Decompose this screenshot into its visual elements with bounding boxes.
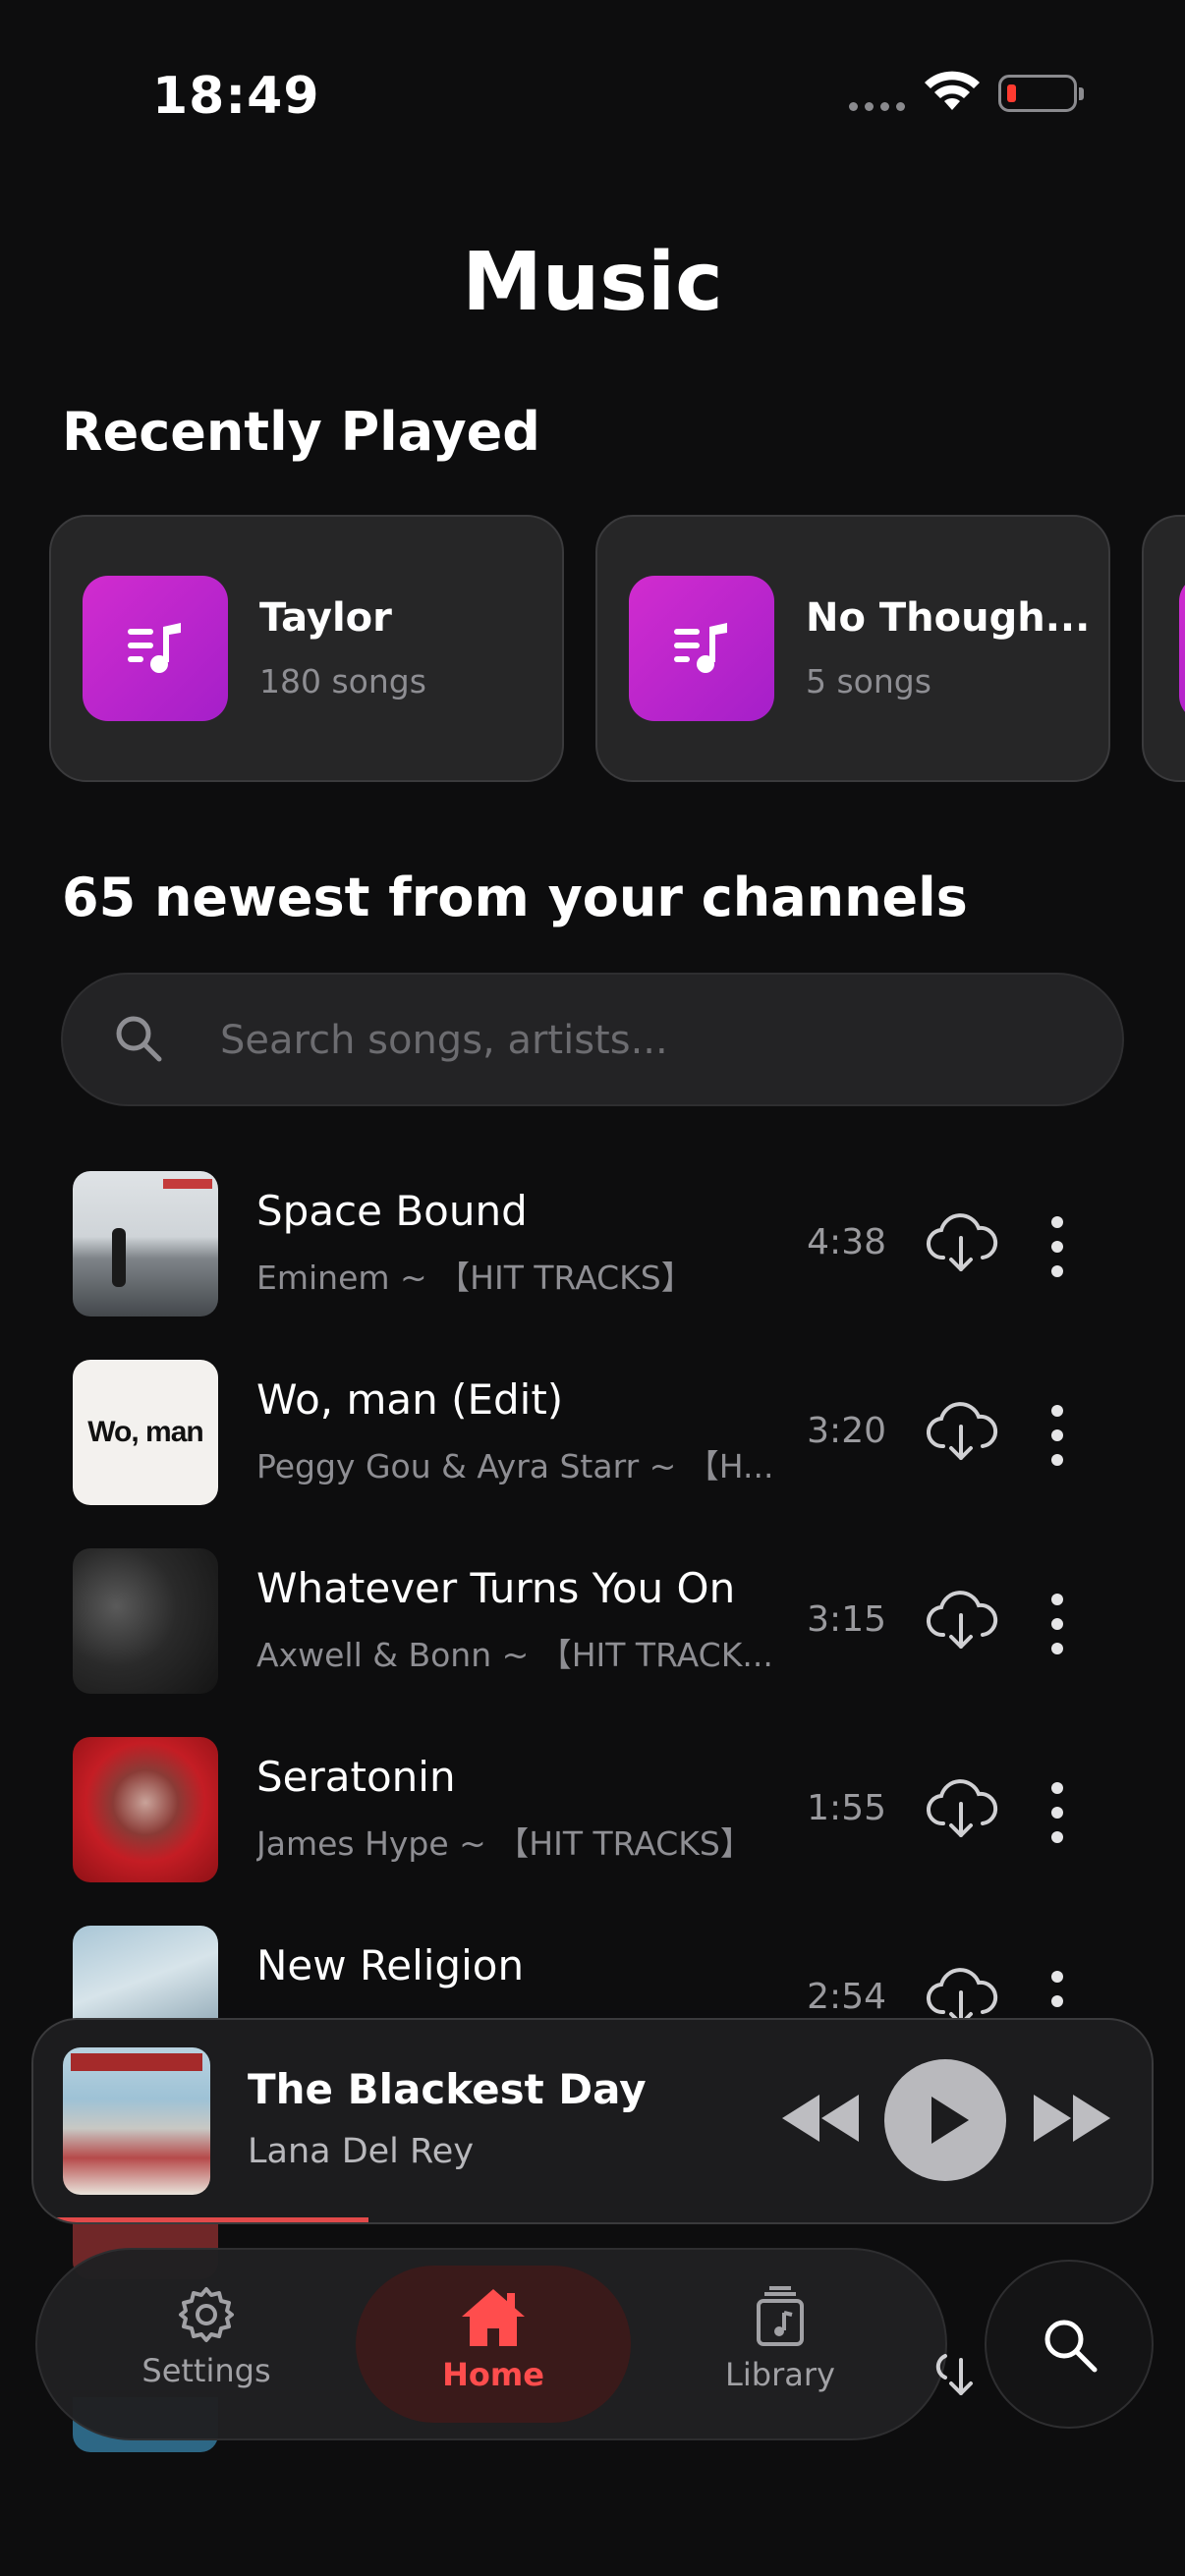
play-button[interactable] xyxy=(884,2059,1006,2181)
tab-home[interactable]: Home xyxy=(356,2266,631,2423)
song-title: Space Bound xyxy=(256,1187,528,1235)
playlist-art xyxy=(1179,576,1185,721)
song-duration: 4:38 xyxy=(807,1222,886,1262)
song-title: Wo, man (Edit) xyxy=(256,1375,564,1424)
tab-label: Home xyxy=(442,2356,544,2393)
status-time: 18:49 xyxy=(152,67,320,126)
channels-heading: 65 newest from your channels xyxy=(62,867,968,928)
next-track-icon[interactable] xyxy=(1030,2089,1112,2148)
player-album-art xyxy=(63,2047,210,2195)
recently-played-heading: Recently Played xyxy=(62,401,540,463)
song-duration: 1:55 xyxy=(807,1788,886,1828)
home-icon xyxy=(462,2289,525,2346)
gear-icon xyxy=(179,2287,234,2342)
song-title: Seratonin xyxy=(256,1753,456,1801)
cellular-signal-icon xyxy=(849,102,905,111)
album-art xyxy=(73,1737,218,1882)
song-row[interactable]: Whatever Turns You On Axwell & Bonn ~ 【H… xyxy=(0,1548,1185,1737)
download-icon[interactable] xyxy=(924,1778,998,1841)
song-subtitle: Axwell & Bonn ~ 【HIT TRACK... xyxy=(256,1636,773,1674)
search-button[interactable] xyxy=(985,2260,1154,2429)
album-art xyxy=(73,1548,218,1694)
play-icon xyxy=(931,2097,969,2144)
playback-progress xyxy=(33,2217,369,2222)
search-icon xyxy=(116,1016,162,1062)
previous-track-icon[interactable] xyxy=(780,2089,863,2148)
album-art xyxy=(73,1171,218,1316)
tab-label: Library xyxy=(725,2356,835,2393)
more-options-button[interactable] xyxy=(1049,1216,1065,1277)
playlist-name: No Though... xyxy=(806,595,1091,641)
playlist-music-icon xyxy=(128,623,181,673)
library-icon xyxy=(757,2286,804,2346)
song-title: Whatever Turns You On xyxy=(256,1564,736,1612)
playlist-art xyxy=(629,576,774,721)
search-bar[interactable] xyxy=(61,973,1124,1106)
song-title: New Religion xyxy=(256,1941,525,1989)
playlist-card-partial[interactable] xyxy=(1142,515,1185,782)
playlist-name: Taylor xyxy=(259,595,392,641)
tab-bar: Settings Home Library xyxy=(35,2248,947,2440)
playlist-count: 180 songs xyxy=(259,662,426,700)
search-icon xyxy=(1044,2320,1098,2373)
song-subtitle: Eminem ~ 【HIT TRACKS】 xyxy=(256,1259,694,1297)
download-icon[interactable] xyxy=(924,1212,998,1275)
more-options-button[interactable] xyxy=(1049,1782,1065,1843)
more-options-button[interactable] xyxy=(1049,1594,1065,1654)
battery-icon xyxy=(998,75,1084,112)
song-subtitle: James Hype ~ 【HIT TRACKS】 xyxy=(256,1824,753,1863)
download-icon[interactable] xyxy=(924,1590,998,1652)
tab-label: Settings xyxy=(141,2352,271,2389)
page-title: Music xyxy=(462,236,723,329)
song-row[interactable]: Seratonin James Hype ~ 【HIT TRACKS】 1:55 xyxy=(0,1737,1185,1926)
mini-player[interactable]: The Blackest Day Lana Del Rey xyxy=(31,2018,1154,2224)
more-options-button[interactable] xyxy=(1049,1405,1065,1466)
song-duration: 3:15 xyxy=(807,1599,886,1640)
song-row[interactable]: Space Bound Eminem ~ 【HIT TRACKS】 4:38 xyxy=(0,1171,1185,1360)
playlist-count: 5 songs xyxy=(806,662,931,700)
song-row[interactable]: Wo, man Wo, man (Edit) Peggy Gou & Ayra … xyxy=(0,1360,1185,1548)
album-art: Wo, man xyxy=(73,1360,218,1505)
playlist-card[interactable]: No Though... 5 songs xyxy=(595,515,1110,782)
search-input[interactable] xyxy=(218,1004,1067,1077)
song-duration: 2:54 xyxy=(807,1977,886,2017)
tab-settings[interactable]: Settings xyxy=(69,2266,344,2423)
wifi-icon xyxy=(925,71,980,110)
player-track-title: The Blackest Day xyxy=(248,2065,647,2113)
download-icon[interactable] xyxy=(931,2338,990,2401)
download-icon[interactable] xyxy=(924,1401,998,1464)
song-subtitle: Peggy Gou & Ayra Starr ~ 【H... xyxy=(256,1447,774,1485)
playlist-music-icon xyxy=(674,623,727,673)
tab-library[interactable]: Library xyxy=(643,2266,918,2423)
song-duration: 3:20 xyxy=(807,1411,886,1451)
playlist-art xyxy=(83,576,228,721)
player-artist: Lana Del Rey xyxy=(248,2132,475,2171)
playlist-card[interactable]: Taylor 180 songs xyxy=(49,515,564,782)
